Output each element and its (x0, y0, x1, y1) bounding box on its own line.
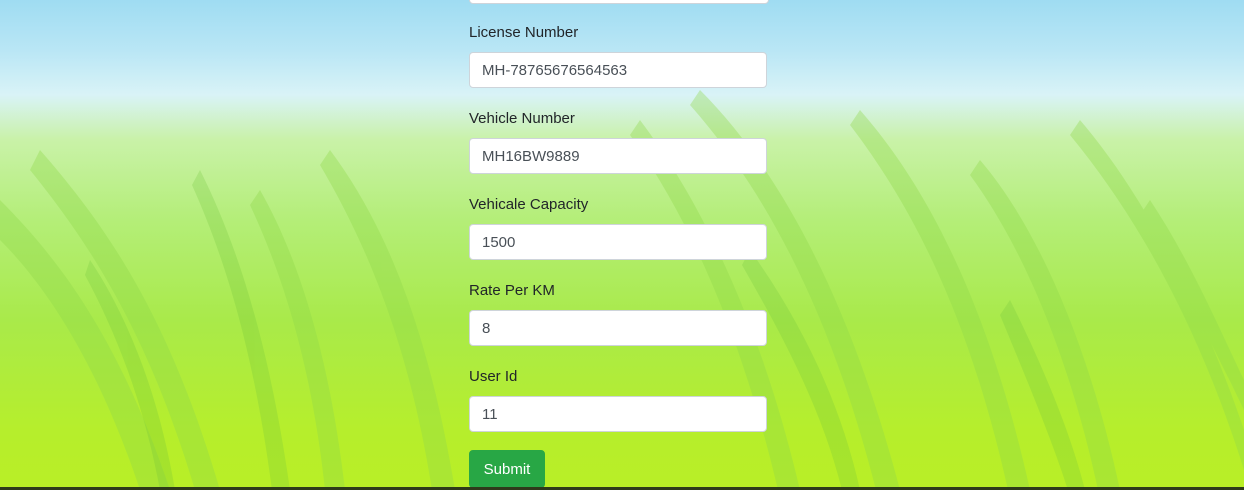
rate-per-km-label: Rate Per KM (469, 282, 555, 299)
user-id-label: User Id (469, 368, 518, 385)
user-id-input[interactable] (469, 396, 767, 432)
submit-button[interactable]: Submit (469, 450, 545, 488)
previous-field-input[interactable] (469, 0, 769, 4)
vehicle-capacity-label: Vehicale Capacity (469, 196, 589, 213)
vehicle-number-input[interactable] (469, 138, 767, 174)
vehicle-number-label: Vehicle Number (469, 110, 575, 127)
license-number-label: License Number (469, 24, 579, 41)
rate-per-km-input[interactable] (469, 310, 767, 346)
vehicle-capacity-input[interactable] (469, 224, 767, 260)
license-number-input[interactable] (469, 52, 767, 88)
